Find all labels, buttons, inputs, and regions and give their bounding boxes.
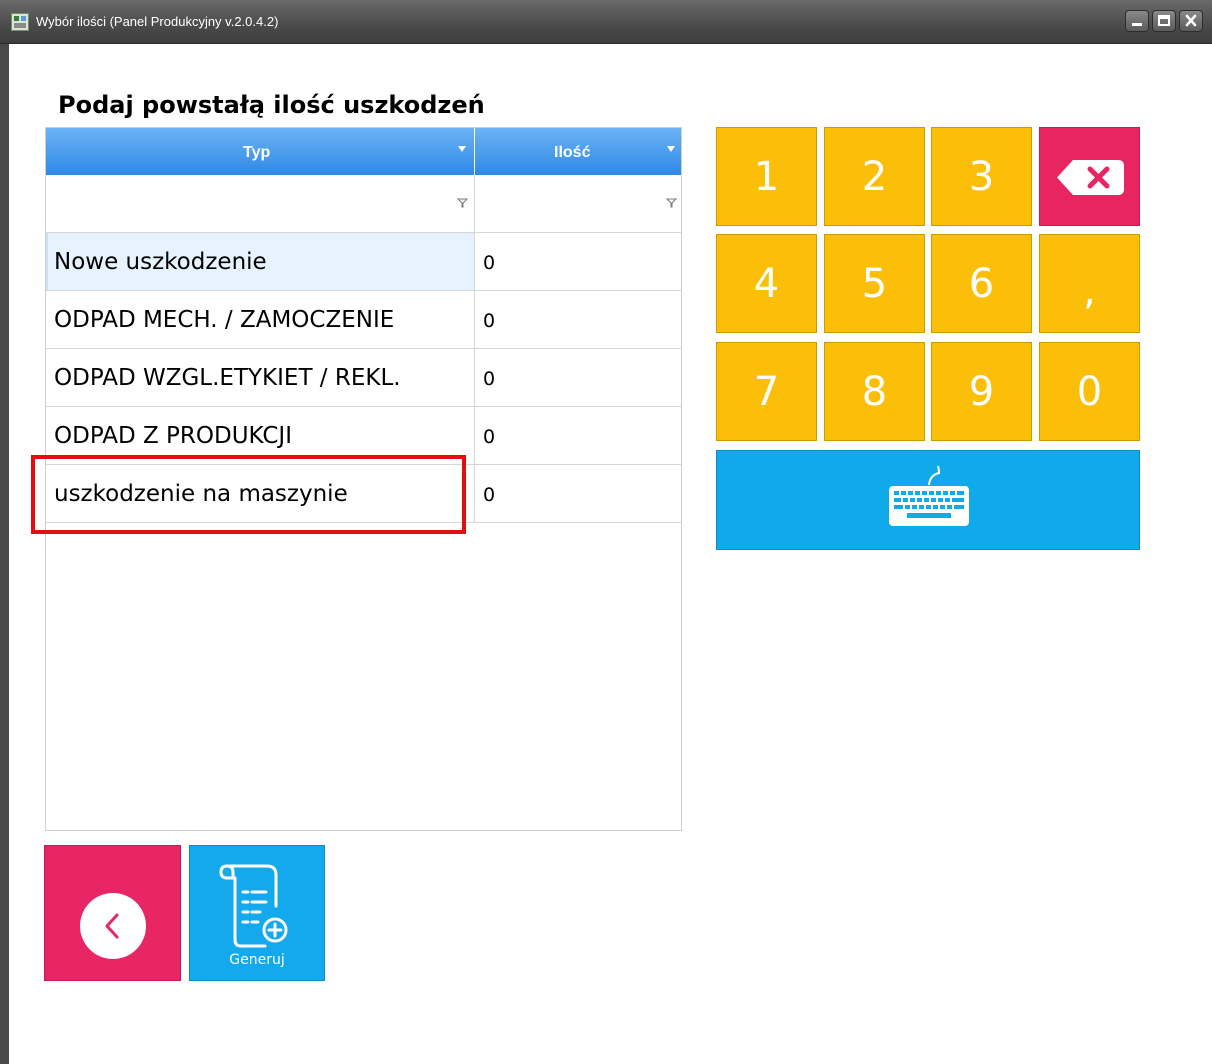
cell-ilosc[interactable]: 0 <box>475 291 681 348</box>
app-icon <box>11 13 29 31</box>
cell-ilosc-text: 0 <box>483 426 496 448</box>
cell-ilosc-text: 0 <box>483 484 496 506</box>
cell-ilosc-text: 0 <box>483 368 496 390</box>
on-screen-keyboard-button[interactable] <box>716 450 1140 550</box>
maximize-icon <box>1158 15 1170 26</box>
key-comma[interactable]: , <box>1039 234 1140 333</box>
cell-typ[interactable]: ODPAD MECH. / ZAMOCZENIE <box>46 291 475 348</box>
highlight-annotation <box>31 455 466 534</box>
key-7[interactable]: 7 <box>716 342 817 441</box>
key-6[interactable]: 6 <box>931 234 1032 333</box>
filter-icon[interactable] <box>666 198 677 208</box>
cell-typ-text: ODPAD MECH. / ZAMOCZENIE <box>54 307 395 333</box>
cell-typ[interactable]: Nowe uszkodzenie <box>46 233 475 290</box>
key-2[interactable]: 2 <box>824 127 925 226</box>
page-title: Podaj powstałą ilość uszkodzeń <box>58 91 485 119</box>
column-header-ilosc[interactable]: Ilość <box>475 128 681 175</box>
cell-ilosc-text: 0 <box>483 252 496 274</box>
key-1[interactable]: 1 <box>716 127 817 226</box>
table-row[interactable]: ODPAD WZGL.ETYKIET / REKL. 0 <box>46 349 681 407</box>
key-0[interactable]: 0 <box>1039 342 1140 441</box>
column-header-ilosc-label: Ilość <box>554 144 591 161</box>
grid-header: Typ Ilość <box>46 128 681 175</box>
keyboard-icon <box>889 465 969 526</box>
title-bar: Wybór ilości (Panel Produkcyjny v.2.0.4.… <box>0 0 1212 44</box>
window-title: Wybór ilości (Panel Produkcyjny v.2.0.4.… <box>36 14 279 29</box>
key-5[interactable]: 5 <box>824 234 925 333</box>
key-4[interactable]: 4 <box>716 234 817 333</box>
cell-ilosc-text: 0 <box>483 310 496 332</box>
backspace-icon <box>1057 160 1124 195</box>
cell-ilosc[interactable]: 0 <box>475 407 681 464</box>
minimize-button[interactable] <box>1125 10 1149 32</box>
filter-row <box>46 175 681 233</box>
cell-typ[interactable]: ODPAD WZGL.ETYKIET / REKL. <box>46 349 475 406</box>
generate-button[interactable]: Generuj <box>189 845 325 981</box>
close-button[interactable] <box>1179 10 1203 32</box>
chevron-left-icon <box>105 913 119 939</box>
close-icon <box>1185 14 1197 27</box>
filter-cell-typ[interactable] <box>46 175 475 233</box>
filter-cell-ilosc[interactable] <box>475 175 681 233</box>
column-header-typ[interactable]: Typ <box>46 128 475 175</box>
cell-typ-text: ODPAD WZGL.ETYKIET / REKL. <box>54 365 401 391</box>
generate-button-label: Generuj <box>229 952 285 968</box>
column-header-typ-label: Typ <box>243 144 271 161</box>
back-button[interactable] <box>44 845 181 981</box>
key-9[interactable]: 9 <box>931 342 1032 441</box>
cell-typ-text: ODPAD Z PRODUKCJI <box>54 423 292 449</box>
filter-funnel-icon[interactable] <box>666 145 676 153</box>
backspace-button[interactable] <box>1039 127 1140 226</box>
maximize-button[interactable] <box>1152 10 1176 32</box>
cell-ilosc[interactable]: 0 <box>475 465 681 522</box>
cell-typ-text: Nowe uszkodzenie <box>54 249 267 275</box>
cell-ilosc[interactable]: 0 <box>475 233 681 290</box>
table-row[interactable]: ODPAD MECH. / ZAMOCZENIE 0 <box>46 291 681 349</box>
filter-icon[interactable] <box>457 198 468 208</box>
key-8[interactable]: 8 <box>824 342 925 441</box>
table-row[interactable]: Nowe uszkodzenie 0 <box>46 233 681 291</box>
back-circle <box>80 893 146 959</box>
filter-funnel-icon[interactable] <box>457 145 467 153</box>
minimize-icon <box>1132 23 1142 26</box>
cell-ilosc[interactable]: 0 <box>475 349 681 406</box>
key-3[interactable]: 3 <box>931 127 1032 226</box>
